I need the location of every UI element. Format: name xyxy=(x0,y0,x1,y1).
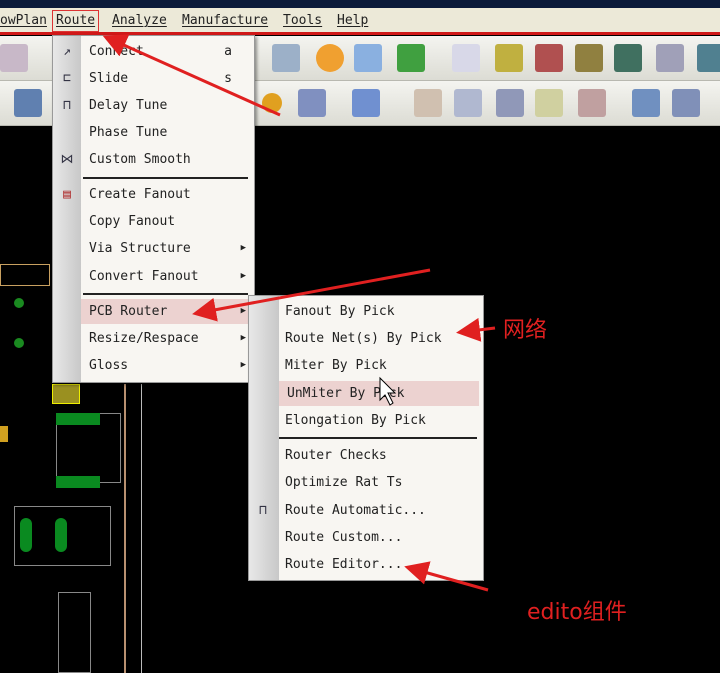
arrow-to-pcb-router xyxy=(192,268,431,322)
annotation-editor: edito组件 xyxy=(527,600,627,625)
mouse-cursor-icon xyxy=(379,376,397,406)
arrow-to-route-menu xyxy=(102,34,281,117)
annotation-net: 网络 xyxy=(503,318,548,343)
arrow-to-route-nets xyxy=(456,317,496,342)
annotation-arrows xyxy=(102,34,496,592)
arrow-to-route-editor xyxy=(404,561,489,592)
